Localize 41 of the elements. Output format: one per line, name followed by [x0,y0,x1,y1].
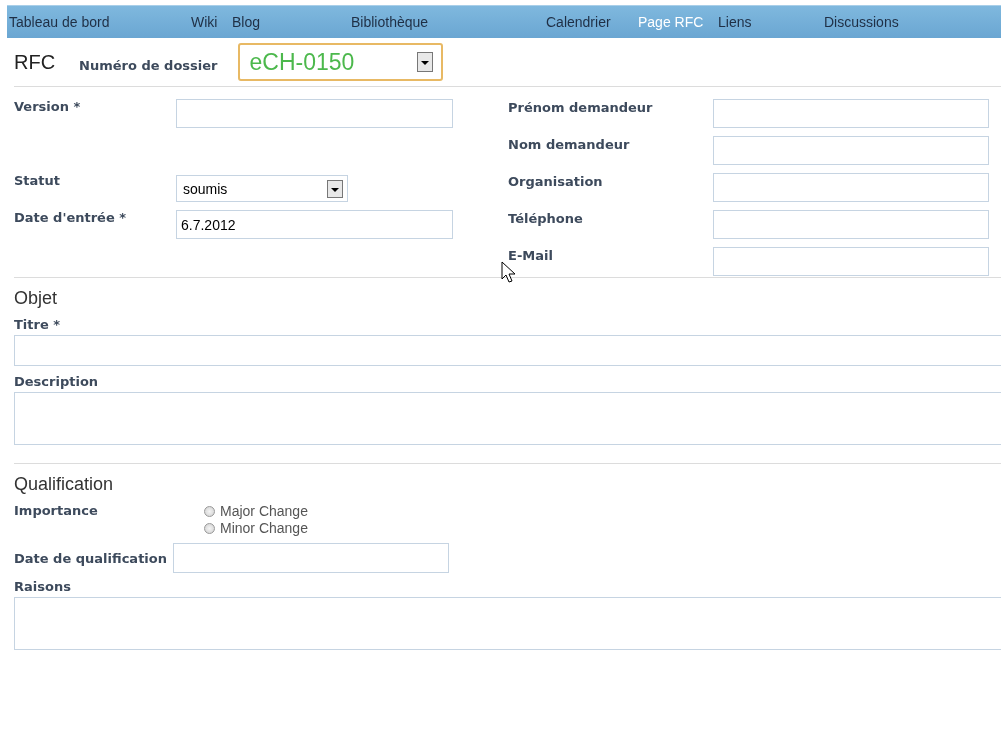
field-label: Raisons [14,579,72,594]
field-label: Organisation [508,173,604,189]
dropdown-icon[interactable] [327,179,343,198]
field-label: Nom demandeur [508,136,631,152]
field-label: Téléphone [508,210,584,226]
field-label: Date de qualification [14,550,167,566]
nav-tab[interactable]: Liens [716,14,752,30]
field-label: Version * [14,99,82,114]
status-select[interactable]: soumis [176,175,348,202]
input-field[interactable] [713,210,989,239]
title-input[interactable] [14,335,1001,366]
page-title: RFC [14,50,56,74]
section-heading: Qualification [14,474,115,495]
field-label: Date d'entrée * [14,210,128,225]
field-label: E-Mail [508,247,554,263]
field-label: Titre * [14,317,62,332]
radio-option[interactable]: Minor Change [204,520,308,537]
reasons-textarea[interactable] [14,597,1001,650]
nav-tab[interactable]: Bibliothèque [351,14,429,30]
field-label: Importance [14,503,99,520]
dropdown-icon[interactable] [416,52,433,72]
field-label: Statut [14,173,62,188]
description-textarea[interactable] [14,392,1001,445]
input-field[interactable]: 6.7.2012 [176,210,453,239]
input-field[interactable] [713,247,989,276]
field-label: Numéro de dossier [79,57,218,73]
input-field[interactable] [713,173,989,202]
nav-tab[interactable]: Calendrier [531,14,611,30]
nav-tab[interactable]: Discussions [822,14,899,30]
input-field[interactable] [176,99,453,128]
nav-tab[interactable]: Blog [230,14,261,30]
input-field[interactable] [713,99,989,128]
radio-option[interactable]: Major Change [204,503,308,520]
field-label: Prénom demandeur [508,99,654,115]
input-field[interactable] [713,136,989,165]
mouse-pointer-icon [501,261,517,283]
field-label: Description [14,374,100,389]
nav-tab[interactable]: Tableau de bord [7,14,110,30]
input-field[interactable] [173,543,449,573]
nav-tab[interactable]: Wiki [167,14,218,30]
section-heading: Objet [14,288,59,309]
